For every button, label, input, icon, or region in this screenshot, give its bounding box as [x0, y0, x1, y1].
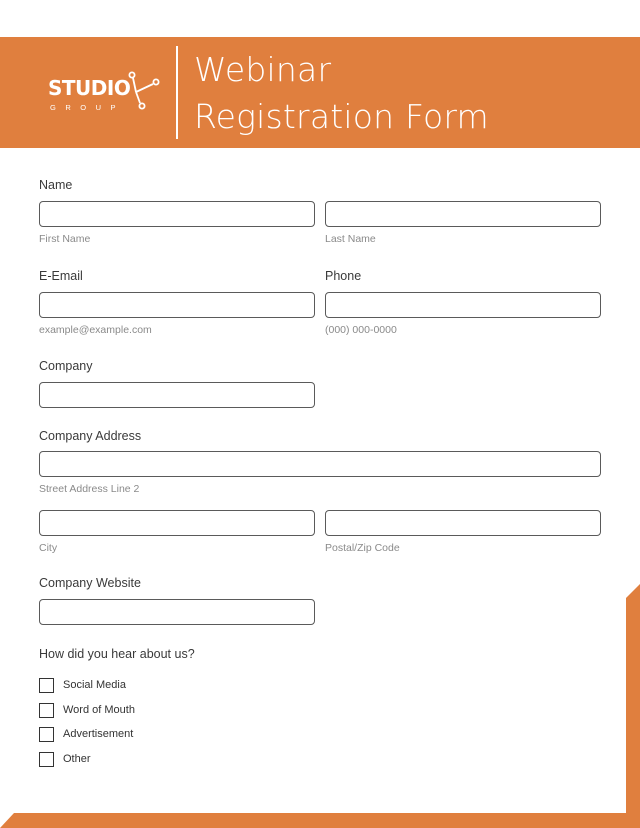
checkbox-option-advertisement[interactable]: Advertisement	[39, 726, 133, 742]
title-line-1: Webinar	[194, 50, 332, 89]
logo-subtitle: GROUP	[50, 103, 126, 112]
phone-sublabel: (000) 000-0000	[325, 324, 397, 336]
email-label: E-Email	[39, 269, 83, 283]
checkbox[interactable]	[39, 702, 54, 718]
checkbox-label: Other	[63, 753, 91, 765]
last-name-input[interactable]	[325, 201, 601, 227]
company-address-label: Company Address	[39, 429, 142, 443]
checkbox-option-other[interactable]: Other	[39, 751, 91, 767]
email-sublabel: example@example.com	[39, 324, 152, 336]
zip-code-sublabel: Postal/Zip Code	[325, 542, 400, 554]
checkbox[interactable]	[39, 677, 54, 693]
header-divider	[176, 46, 178, 139]
first-name-input[interactable]	[39, 201, 315, 227]
first-name-sublabel: First Name	[39, 233, 91, 245]
checkbox-label: Advertisement	[63, 728, 134, 740]
company-input[interactable]	[39, 382, 315, 408]
network-nodes-icon	[128, 71, 160, 110]
checkbox-label: Word of Mouth	[63, 704, 135, 716]
right-accent-strip	[626, 584, 640, 828]
checkbox-label: Social Media	[63, 679, 126, 691]
checkbox[interactable]	[39, 726, 54, 742]
city-input[interactable]	[39, 510, 315, 536]
page-title: Webinar Registration Form	[194, 46, 489, 140]
city-sublabel: City	[39, 542, 58, 554]
zip-code-input[interactable]	[325, 510, 601, 536]
street-address-sublabel: Street Address Line 2	[39, 483, 140, 495]
company-website-input[interactable]	[39, 599, 315, 625]
checkbox[interactable]	[39, 751, 54, 767]
hear-about-label: How did you hear about us?	[39, 647, 195, 661]
company-label: Company	[39, 359, 93, 373]
checkbox-option-word-of-mouth[interactable]: Word of Mouth	[39, 702, 135, 718]
name-label: Name	[39, 178, 73, 192]
bottom-accent-strip	[0, 813, 640, 828]
phone-label: Phone	[325, 269, 362, 283]
phone-input[interactable]	[325, 292, 601, 318]
checkbox-option-social-media[interactable]: Social Media	[39, 677, 126, 693]
studio-group-logo: STUDIO GROUP	[48, 70, 168, 116]
street-address-input[interactable]	[39, 451, 601, 477]
email-input[interactable]	[39, 292, 315, 318]
title-line-2: Registration Form	[194, 97, 489, 136]
company-website-label: Company Website	[39, 576, 141, 590]
last-name-sublabel: Last Name	[325, 233, 376, 245]
